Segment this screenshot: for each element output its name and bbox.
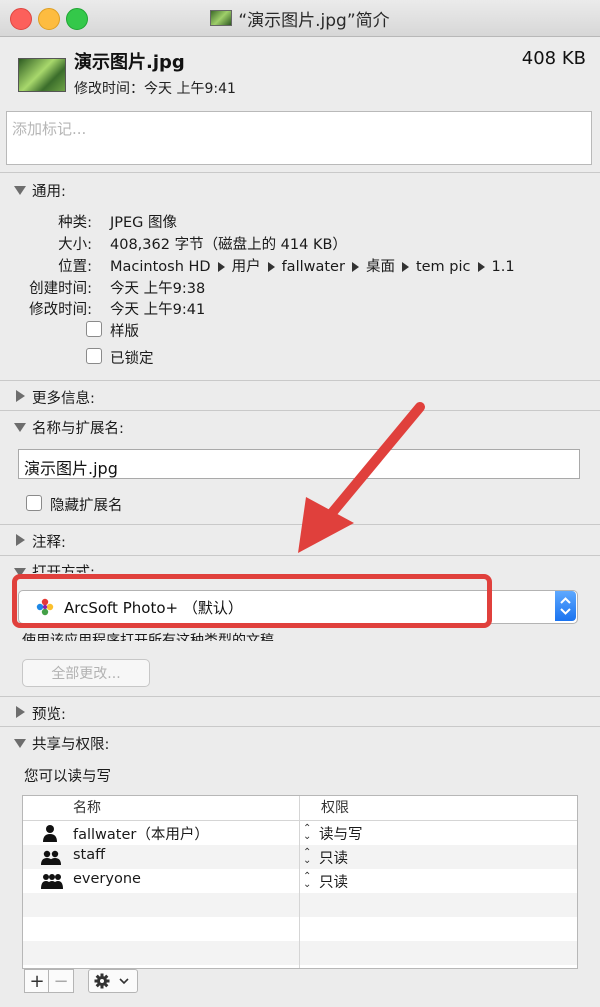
privilege-stepper-icon[interactable]: ⌃ ⌄ [303, 824, 311, 842]
disclosure-triangle-collapsed-icon[interactable] [16, 534, 25, 546]
remove-user-button[interactable]: − [48, 969, 74, 993]
tags-field[interactable] [6, 111, 592, 165]
size-value: 408,362 字节（磁盘上的 414 KB） [110, 237, 347, 253]
column-header-privilege[interactable]: 权限 [321, 796, 349, 820]
table-row-empty [23, 941, 577, 965]
path-arrow-icon [477, 262, 485, 272]
disclosure-triangle-expanded-icon[interactable] [14, 186, 26, 195]
table-row[interactable]: fallwater（本用户） ⌃ ⌄ 读与写 [23, 821, 577, 845]
path-arrow-icon [351, 262, 359, 272]
table-row[interactable]: everyone ⌃ ⌄ 只读 [23, 869, 577, 893]
path-segment: 用户 [231, 259, 261, 275]
section-general-title[interactable]: 通用: [32, 180, 66, 201]
file-preview-thumbnail [18, 58, 66, 92]
hide-extension-label: 隐藏扩展名 [50, 498, 123, 514]
file-size: 408 KB [521, 48, 586, 69]
modified-label: 修改时间: [29, 302, 92, 318]
change-all-button[interactable]: 全部更改... [22, 659, 150, 687]
group-icon [41, 850, 61, 865]
path-segment: tem pic [415, 259, 471, 275]
row-privilege[interactable]: 只读 [319, 847, 348, 868]
kind-value: JPEG 图像 [110, 215, 178, 231]
column-divider [299, 796, 300, 968]
annotation-arrow [298, 402, 425, 553]
tags-placeholder: 添加标记... [12, 120, 87, 138]
locked-label: 已锁定 [110, 351, 154, 367]
modified-time: 修改时间：今天 上午9:41 [74, 81, 236, 97]
column-header-name[interactable]: 名称 [73, 796, 101, 820]
annotation-highlight-box [12, 574, 492, 628]
path-segment: 1.1 [491, 259, 515, 275]
disclosure-triangle-expanded-icon[interactable] [14, 423, 26, 432]
stationery-checkbox[interactable] [86, 321, 102, 337]
divider [0, 696, 600, 697]
row-name: staff [73, 847, 106, 863]
disclosure-triangle-collapsed-icon[interactable] [16, 706, 25, 718]
section-more-info-title[interactable]: 更多信息: [32, 387, 95, 408]
section-open-with-title[interactable]: 打开方式: [32, 561, 95, 573]
open-with-note: 使用该应用程序打开所有这种类型的文稿。 [22, 633, 288, 641]
divider [0, 172, 600, 173]
row-name: fallwater（本用户） [73, 827, 209, 843]
privilege-stepper-icon[interactable]: ⌃ ⌄ [303, 872, 311, 890]
chevron-updown-icon [560, 597, 571, 615]
table-row-empty [23, 917, 577, 941]
created-label: 创建时间: [29, 281, 92, 297]
row-privilege[interactable]: 读与写 [319, 823, 363, 844]
location-path: Macintosh HD 用户 fallwater 桌面 tem pic 1.1 [110, 255, 515, 276]
table-row-empty [23, 893, 577, 917]
popup-stepper-button[interactable] [555, 591, 576, 621]
created-value: 今天 上午9:38 [110, 281, 206, 297]
size-label: 大小: [58, 237, 92, 253]
section-preview-title[interactable]: 预览: [32, 703, 66, 724]
divider [0, 726, 600, 727]
disclosure-triangle-expanded-icon[interactable] [14, 739, 26, 748]
file-name-field-value: 演示图片.jpg [24, 459, 118, 478]
locked-checkbox[interactable] [86, 348, 102, 364]
permission-summary: 您可以读与写 [24, 769, 111, 785]
permissions-table: 名称 权限 fallwater（本用户） ⌃ ⌄ 读与写 staff ⌃ ⌄ 只读 … [22, 795, 578, 969]
file-thumbnail-icon [210, 10, 233, 26]
window-title-area: “演示图片.jpg”简介 [0, 0, 600, 36]
section-comments-title[interactable]: 注释: [32, 531, 66, 552]
section-name-ext-title[interactable]: 名称与扩展名: [32, 417, 124, 438]
path-segment: 桌面 [365, 259, 395, 275]
path-arrow-icon [217, 262, 225, 272]
path-segment: fallwater [281, 259, 345, 275]
user-icon [43, 825, 57, 842]
file-name: 演示图片.jpg [74, 52, 185, 73]
table-row[interactable]: staff ⌃ ⌄ 只读 [23, 845, 577, 869]
path-segment: Macintosh HD [110, 259, 211, 275]
add-user-button[interactable]: + [24, 969, 50, 993]
hide-extension-checkbox[interactable] [26, 495, 42, 511]
row-name: everyone [73, 871, 141, 887]
path-arrow-icon [401, 262, 409, 272]
window-title: “演示图片.jpg”简介 [238, 10, 390, 31]
path-arrow-icon [267, 262, 275, 272]
action-menu-button[interactable] [88, 969, 138, 993]
location-label: 位置: [58, 259, 92, 275]
privilege-stepper-icon[interactable]: ⌃ ⌄ [303, 848, 311, 866]
divider [0, 380, 600, 381]
disclosure-triangle-collapsed-icon[interactable] [16, 390, 25, 402]
gear-icon [94, 973, 129, 989]
row-privilege[interactable]: 只读 [319, 871, 348, 892]
stationery-label: 样版 [110, 324, 139, 340]
modified-value: 今天 上午9:41 [110, 302, 206, 318]
section-sharing-title[interactable]: 共享与权限: [32, 733, 109, 754]
everyone-icon [41, 874, 63, 889]
kind-label: 种类: [58, 215, 92, 231]
